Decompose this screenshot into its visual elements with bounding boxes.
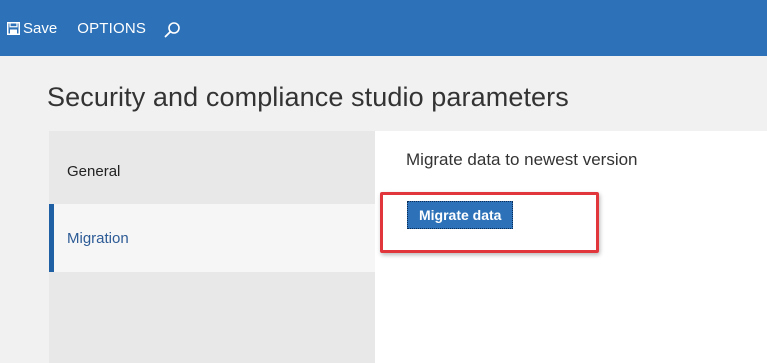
migrate-data-button[interactable]: Migrate data (407, 201, 514, 229)
sidebar-item-label: General (67, 162, 121, 180)
options-menu[interactable]: OPTIONS (77, 0, 164, 56)
sidebar-item-migration[interactable]: Migration (49, 204, 375, 272)
section-heading: Migrate data to newest version (406, 150, 638, 169)
save-button[interactable]: Save (7, 0, 77, 56)
save-label: Save (23, 19, 58, 37)
action-bar: Save OPTIONS (0, 0, 767, 56)
floppy-disk-icon (7, 22, 20, 35)
sidebar: General Migration (49, 131, 375, 363)
search-button[interactable] (164, 0, 181, 56)
options-label: OPTIONS (77, 19, 147, 37)
page-title: Security and compliance studio parameter… (47, 82, 569, 112)
search-icon (164, 21, 180, 37)
sidebar-item-general[interactable]: General (49, 137, 375, 205)
migration-panel: Migrate data to newest version Migrate d… (375, 131, 767, 363)
sidebar-item-label: Migration (67, 229, 129, 247)
